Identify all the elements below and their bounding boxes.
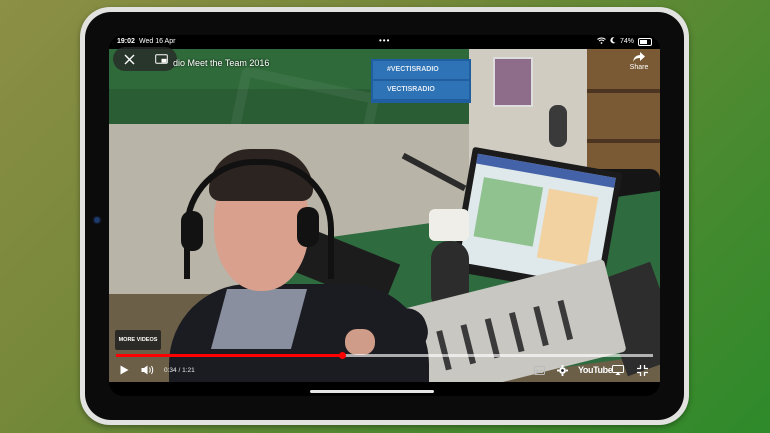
wall-photo	[493, 57, 533, 107]
presenter-shirt	[210, 289, 308, 349]
volume-button[interactable]	[141, 362, 154, 378]
player-overlay-controls	[113, 47, 177, 71]
background-microphone	[549, 105, 567, 147]
home-indicator[interactable]	[310, 390, 434, 393]
status-date: Wed 16 Apr	[139, 38, 176, 45]
presenter-hand	[345, 329, 375, 355]
progress-played	[116, 354, 342, 357]
vectis-poster: #VECTISRADIO VECTISRADIO	[371, 59, 471, 103]
screen: #VECTISRADIO VECTISRADIO 19:02 Wed 16 Ap…	[109, 35, 660, 396]
airplay-icon	[612, 365, 624, 375]
progress-loaded	[341, 354, 653, 357]
volume-icon	[141, 365, 154, 375]
poster-line-facebook: VECTISRADIO	[373, 81, 469, 99]
share-icon	[633, 52, 645, 62]
progress-scrubber[interactable]	[338, 352, 346, 359]
status-bar: 19:02 Wed 16 Apr ••• 74%	[109, 35, 660, 49]
multitask-dots[interactable]: •••	[379, 36, 390, 45]
gear-icon	[557, 364, 568, 376]
do-not-disturb-icon	[610, 37, 616, 46]
headphone-earcup-left	[181, 211, 203, 251]
battery-fill	[640, 39, 647, 44]
wifi-icon	[597, 37, 606, 46]
youtube-logo[interactable]: YouTube	[578, 362, 613, 378]
battery-percent: 74%	[619, 38, 634, 45]
play-icon	[120, 365, 129, 375]
play-button[interactable]	[120, 362, 129, 378]
close-icon[interactable]	[116, 49, 142, 69]
settings-button[interactable]	[557, 362, 568, 378]
headphone-earcup-right	[297, 207, 319, 247]
exit-fullscreen-button[interactable]	[637, 362, 648, 378]
poster-line-twitter: #VECTISRADIO	[373, 61, 469, 79]
share-label: Share	[629, 64, 649, 71]
captions-button[interactable]	[534, 362, 545, 378]
share-button[interactable]: Share	[624, 52, 654, 82]
airplay-button[interactable]	[612, 362, 624, 378]
captions-icon	[534, 365, 545, 375]
front-camera	[94, 217, 100, 223]
progress-bar[interactable]	[116, 352, 653, 359]
status-right: 74%	[597, 37, 652, 46]
more-videos-button[interactable]: MORE VIDEOS	[115, 330, 161, 350]
video-title[interactable]: dio Meet the Team 2016	[173, 58, 269, 68]
video-frame[interactable]: #VECTISRADIO VECTISRADIO	[109, 49, 660, 382]
exit-fullscreen-icon	[637, 364, 648, 376]
time-display: 0:34 / 1:21	[164, 366, 195, 374]
status-time: 19:02	[117, 38, 135, 45]
battery-icon	[638, 37, 652, 46]
picture-in-picture-icon[interactable]	[148, 49, 174, 69]
